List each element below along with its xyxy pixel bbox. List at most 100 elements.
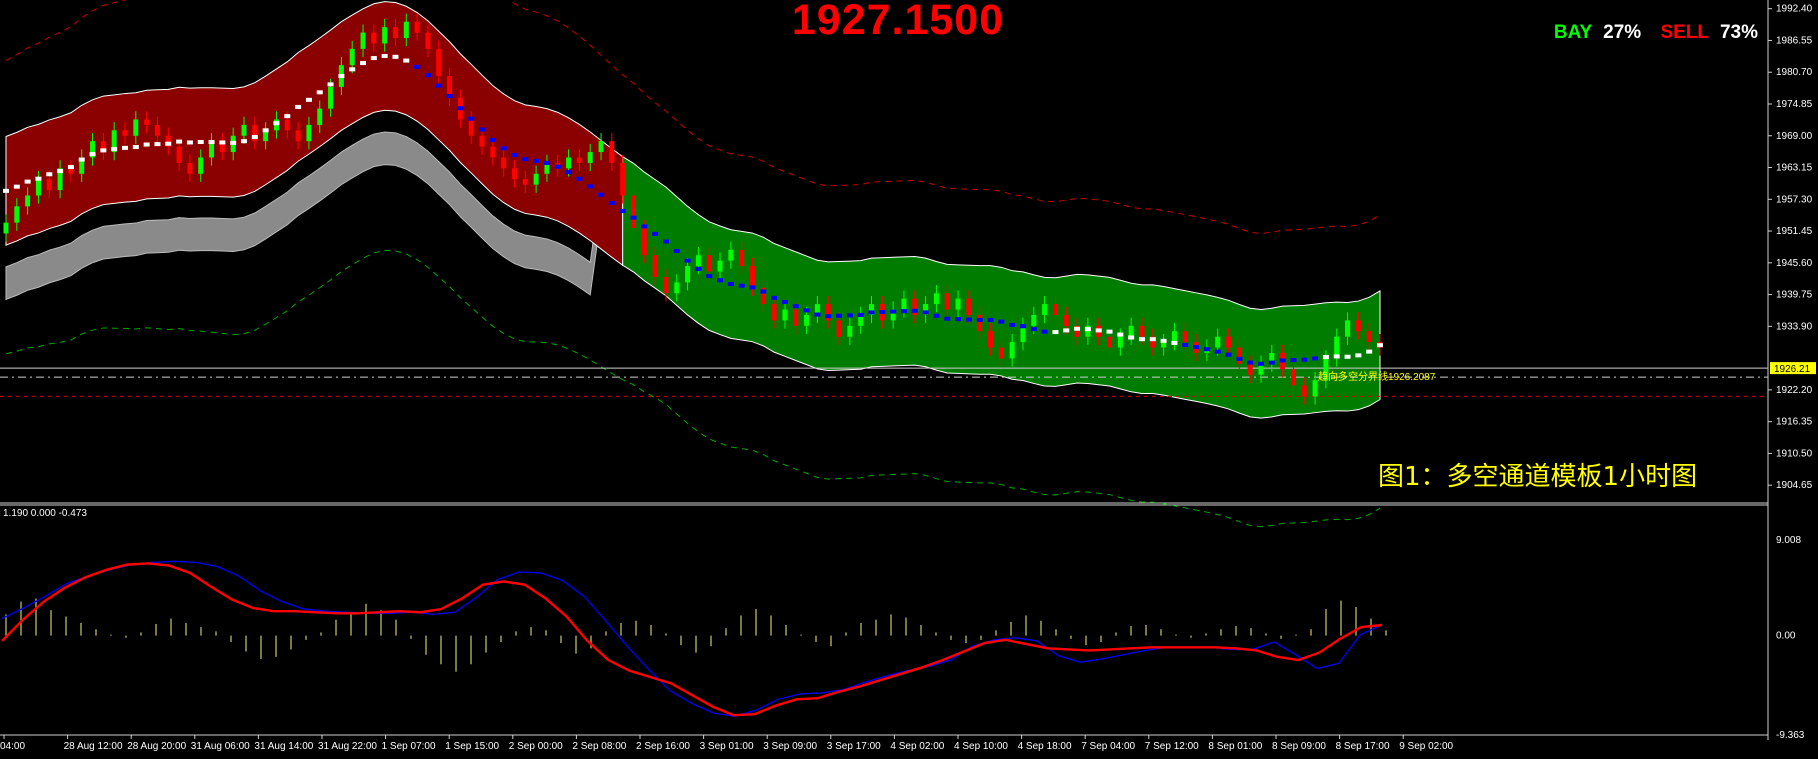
candle-body <box>25 195 31 207</box>
trend-dot <box>316 90 323 95</box>
candle-body <box>630 195 636 229</box>
trend-dot <box>251 135 258 140</box>
trend-dot <box>587 184 594 189</box>
price-tick-label: 1974.85 <box>1776 99 1813 110</box>
trend-dot <box>998 319 1005 324</box>
price-tick-label: 1969.00 <box>1776 131 1813 142</box>
trend-dot <box>295 104 302 109</box>
trend-dot <box>922 310 929 315</box>
candle-body <box>1345 320 1351 337</box>
candle-body <box>685 266 691 283</box>
trend-dot <box>965 317 972 322</box>
trend-dot <box>446 94 453 99</box>
trend-dot <box>360 61 367 66</box>
trend-dot <box>1041 329 1048 334</box>
candle-body <box>479 135 485 147</box>
candle-body <box>511 168 517 180</box>
trend-dot <box>727 282 734 287</box>
trend-dot <box>1106 329 1113 334</box>
trend-dot <box>749 285 756 290</box>
dividing-line-label: 趋向多空分界线1926.2087 <box>1318 370 1436 383</box>
trend-dot <box>641 224 648 229</box>
candle-body <box>1290 369 1296 386</box>
trend-dot <box>284 114 291 119</box>
trend-dot <box>500 146 507 151</box>
trend-dot <box>1236 356 1243 361</box>
candle-body <box>436 48 442 77</box>
time-tick-label: 04:00 <box>0 741 25 752</box>
trend-dot <box>879 310 886 315</box>
candle-body <box>598 141 604 153</box>
trend-dot <box>717 278 724 283</box>
price-tick-label: 1963.15 <box>1776 163 1813 174</box>
trend-dot <box>1149 337 1156 342</box>
price-tick-label: 1945.60 <box>1776 258 1813 269</box>
candle-body <box>133 119 139 136</box>
candle-body <box>68 168 74 174</box>
sentiment-readout: BAY 27% SELL 73% <box>1548 22 1758 44</box>
trend-dot <box>1160 338 1167 343</box>
trend-dot <box>1301 357 1308 362</box>
candle-body <box>706 255 712 272</box>
candle-body <box>284 119 290 131</box>
candle-body <box>1355 320 1361 332</box>
time-tick-label: 3 Sep 01:00 <box>700 741 754 752</box>
trend-dot <box>706 274 713 279</box>
trend-dot <box>46 172 53 177</box>
oscillator-params: 1.190 0.000 -0.473 <box>3 508 87 519</box>
candle-body <box>328 86 334 109</box>
trend-dot <box>111 147 118 152</box>
time-tick-label: 8 Sep 01:00 <box>1208 741 1262 752</box>
time-tick-label: 2 Sep 08:00 <box>572 741 626 752</box>
candle-body <box>663 276 669 294</box>
candle-body <box>717 260 723 272</box>
candle-body <box>1042 304 1048 315</box>
candle-body <box>295 130 301 142</box>
oscillator-tick-label: 0.00 <box>1776 631 1796 642</box>
candle-body <box>1020 325 1026 343</box>
trend-dot <box>176 139 183 144</box>
trend-dot <box>262 128 269 133</box>
candle-body <box>1031 314 1037 326</box>
time-tick-label: 3 Sep 09:00 <box>763 741 817 752</box>
trend-dot <box>955 317 962 322</box>
time-tick-label: 8 Sep 09:00 <box>1272 741 1326 752</box>
trend-dot <box>543 160 550 165</box>
trend-dot <box>1366 349 1373 354</box>
trend-dot <box>803 308 810 313</box>
oscillator-tick-label: 9.008 <box>1776 535 1801 546</box>
bay-pct: 27% <box>1603 22 1642 43</box>
trend-dot <box>1377 343 1383 348</box>
candle-body <box>46 179 52 191</box>
trend-dot <box>1193 345 1200 350</box>
candle-body <box>187 162 193 174</box>
price-tick-label: 1957.30 <box>1776 194 1813 205</box>
bay-label: BAY <box>1553 22 1592 43</box>
trend-dot <box>241 139 248 144</box>
trend-dot <box>976 317 983 322</box>
trend-dot <box>944 316 951 321</box>
price-tick-label: 1939.75 <box>1776 290 1813 301</box>
candle-body <box>977 314 983 332</box>
trend-dot <box>186 140 193 145</box>
candle-body <box>1171 331 1177 343</box>
candle-body <box>804 314 810 326</box>
trend-dot <box>1312 356 1319 361</box>
candle-body <box>739 249 745 267</box>
trend-dot <box>1009 322 1016 327</box>
candle-body <box>1063 314 1069 326</box>
price-tick-label: 1910.50 <box>1776 448 1813 459</box>
trend-dot <box>1052 330 1059 335</box>
bull-channel-band <box>622 155 1381 419</box>
time-tick-label: 4 Sep 10:00 <box>954 741 1008 752</box>
candle-body <box>933 293 939 305</box>
trend-dot <box>1138 337 1145 342</box>
time-tick-label: 1 Sep 15:00 <box>445 741 499 752</box>
price-tag-text: 1926.21 <box>1774 364 1811 375</box>
candle-body <box>1139 325 1145 337</box>
trend-dot <box>911 308 918 313</box>
trend-dot <box>522 157 529 162</box>
time-tick-label: 7 Sep 12:00 <box>1145 741 1199 752</box>
trend-dot <box>1171 340 1178 345</box>
candle-body <box>641 228 647 256</box>
